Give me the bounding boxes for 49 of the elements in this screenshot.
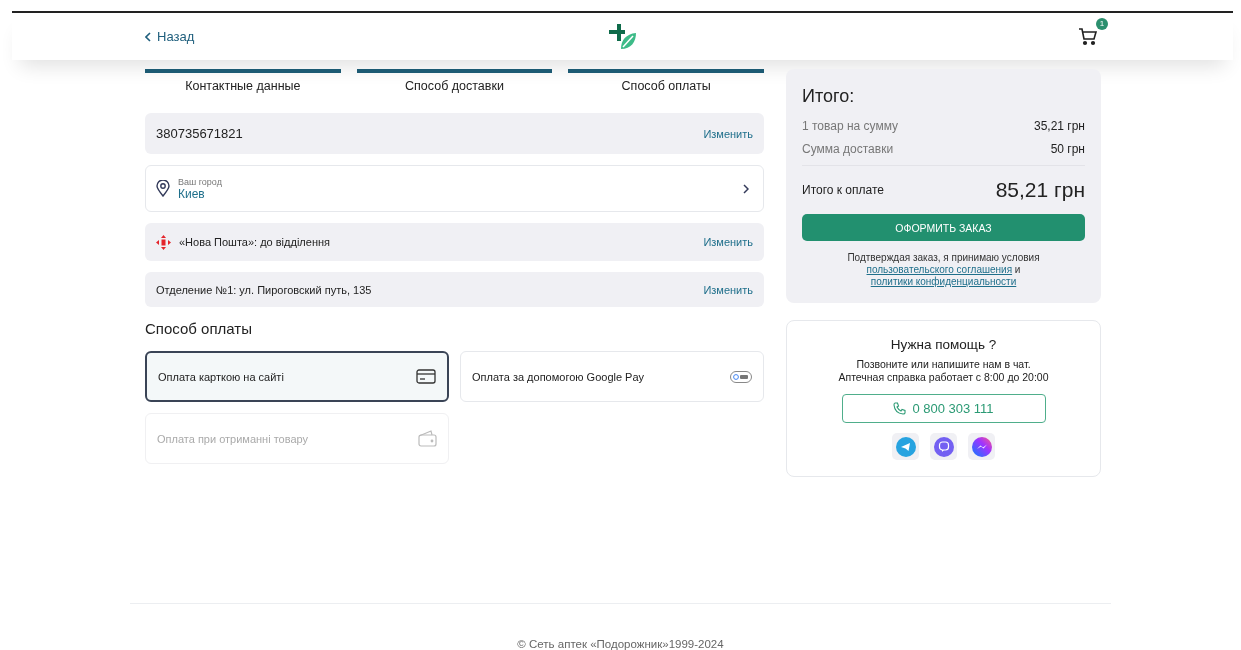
- phone-button[interactable]: 0 800 303 111: [841, 394, 1046, 423]
- chevron-left-icon: [145, 31, 151, 42]
- delivery-method: «Нова Пошта»: до відділення: [179, 236, 330, 248]
- summary-value: 35,21 грн: [1033, 119, 1085, 133]
- total-label: Итого к оплате: [802, 183, 884, 197]
- summary-title: Итого:: [802, 86, 856, 107]
- agreement-link[interactable]: пользовательского соглашения: [866, 264, 1013, 275]
- messenger-button[interactable]: [892, 433, 919, 460]
- total-value: 85,21 грн: [995, 178, 1085, 202]
- cart-button[interactable]: [1078, 25, 1100, 48]
- google-pay-icon: [730, 370, 752, 383]
- phone-icon: [893, 402, 907, 415]
- terms-text: Подтверждая заказ, я принимаю условия пользовательского соглашения и политики конфиденциальности: [846, 252, 1041, 288]
- messenger-button[interactable]: [968, 433, 995, 460]
- privacy-link[interactable]: политики конфиденциальности: [870, 276, 1017, 287]
- chevron-right-icon: [743, 183, 749, 194]
- phone-number: 380735671821: [156, 126, 243, 141]
- logo-icon[interactable]: [608, 23, 637, 50]
- payment-option[interactable]: Оплата за допомогою Google Pay: [460, 351, 764, 402]
- cart-icon: [1078, 25, 1098, 46]
- summary-value: 50 грн: [1050, 142, 1085, 156]
- phone-bubble-icon: [933, 436, 954, 457]
- branch-address: Отделение №1: ул. Пироговский путь, 135: [156, 283, 372, 296]
- copyright-text: © Сеть аптек «Подорожник»1999-2024: [517, 638, 724, 650]
- change-link[interactable]: Изменить: [703, 236, 753, 248]
- section-title: Способ оплаты: [145, 320, 253, 337]
- location-pin-icon: [156, 180, 170, 197]
- wallet-icon: [418, 430, 437, 447]
- city-selector[interactable]: Ваш город Киев: [145, 165, 764, 212]
- messenger-button[interactable]: [930, 433, 957, 460]
- cart-count-badge: 1: [1096, 17, 1108, 30]
- checkout-step[interactable]: Контактные данные: [145, 69, 341, 93]
- back-link[interactable]: Назад: [145, 29, 195, 44]
- credit-card-icon: [416, 369, 436, 384]
- change-link[interactable]: Изменить: [703, 127, 753, 140]
- city-value: Киев: [178, 186, 205, 201]
- checkout-step[interactable]: Способ доставки: [356, 69, 553, 93]
- diamond-arrows-icon: [156, 234, 171, 250]
- lightning-bubble-icon: [971, 436, 992, 457]
- payment-option[interactable]: Оплата карткою на сайті: [145, 351, 449, 402]
- summary-label: Сумма доставки: [802, 142, 894, 156]
- help-title: Нужна помощь ?: [890, 337, 997, 352]
- help-text: Позвоните или напишите нам в чат. Аптечная справка работает с 8:00 до 20:00: [838, 358, 1049, 384]
- change-link[interactable]: Изменить: [703, 283, 753, 296]
- summary-label: 1 товар на сумму: [802, 119, 899, 133]
- city-label: Ваш город: [178, 176, 223, 187]
- checkout-step[interactable]: Способ оплаты: [568, 69, 764, 93]
- paper-plane-icon: [895, 436, 916, 457]
- checkout-button[interactable]: ОФОРМИТЬ ЗАКАЗ: [802, 214, 1085, 241]
